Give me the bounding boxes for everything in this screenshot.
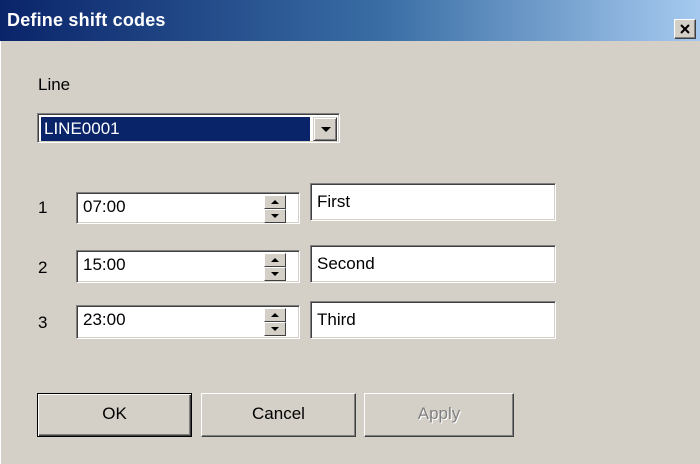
window-title: Define shift codes bbox=[7, 10, 166, 30]
shift-number-1: 1 bbox=[38, 198, 48, 217]
arrow-up-icon bbox=[271, 313, 279, 317]
shift-3-name-input[interactable]: Third bbox=[310, 301, 556, 339]
arrow-down-icon bbox=[271, 272, 279, 276]
cancel-button[interactable]: Cancel bbox=[201, 393, 356, 437]
spin-down-button[interactable] bbox=[264, 209, 286, 223]
shift-2-name-value: Second bbox=[317, 254, 375, 273]
close-icon bbox=[680, 24, 690, 34]
line-combobox-value: LINE0001 bbox=[41, 117, 310, 141]
arrow-down-icon bbox=[271, 327, 279, 331]
shift-1-name-input[interactable]: First bbox=[310, 183, 556, 221]
close-button[interactable] bbox=[674, 19, 696, 39]
line-label: Line bbox=[38, 75, 71, 94]
shift-3-name-value: Third bbox=[317, 310, 356, 329]
chevron-down-icon bbox=[321, 127, 331, 132]
arrow-up-icon bbox=[271, 200, 279, 204]
shift-1-time-spinner[interactable] bbox=[264, 195, 286, 223]
shift-3-time-spinner[interactable] bbox=[264, 308, 286, 336]
arrow-down-icon bbox=[271, 214, 279, 218]
spin-up-button[interactable] bbox=[264, 253, 286, 267]
arrow-up-icon bbox=[271, 258, 279, 262]
shift-3-time-value: 23:00 bbox=[83, 310, 126, 329]
spin-up-button[interactable] bbox=[264, 195, 286, 209]
spin-down-button[interactable] bbox=[264, 267, 286, 281]
shift-2-time-spinner[interactable] bbox=[264, 253, 286, 281]
shift-2-name-input[interactable]: Second bbox=[310, 245, 556, 283]
apply-button[interactable]: Apply bbox=[364, 393, 514, 437]
spin-down-button[interactable] bbox=[264, 322, 286, 336]
shift-1-name-value: First bbox=[317, 192, 351, 211]
spin-up-button[interactable] bbox=[264, 308, 286, 322]
line-combobox-dropdown-button[interactable] bbox=[313, 117, 337, 141]
line-combobox[interactable]: LINE0001 bbox=[37, 113, 340, 143]
line-combobox-text: LINE0001 bbox=[44, 119, 120, 138]
shift-number-3: 3 bbox=[38, 313, 48, 332]
ok-button[interactable]: OK bbox=[37, 393, 192, 437]
title-bar[interactable]: Define shift codes bbox=[0, 0, 700, 41]
shift-2-time-value: 15:00 bbox=[83, 255, 126, 274]
shift-1-time-value: 07:00 bbox=[83, 197, 126, 216]
shift-number-2: 2 bbox=[38, 258, 48, 277]
window-border bbox=[0, 41, 1, 464]
